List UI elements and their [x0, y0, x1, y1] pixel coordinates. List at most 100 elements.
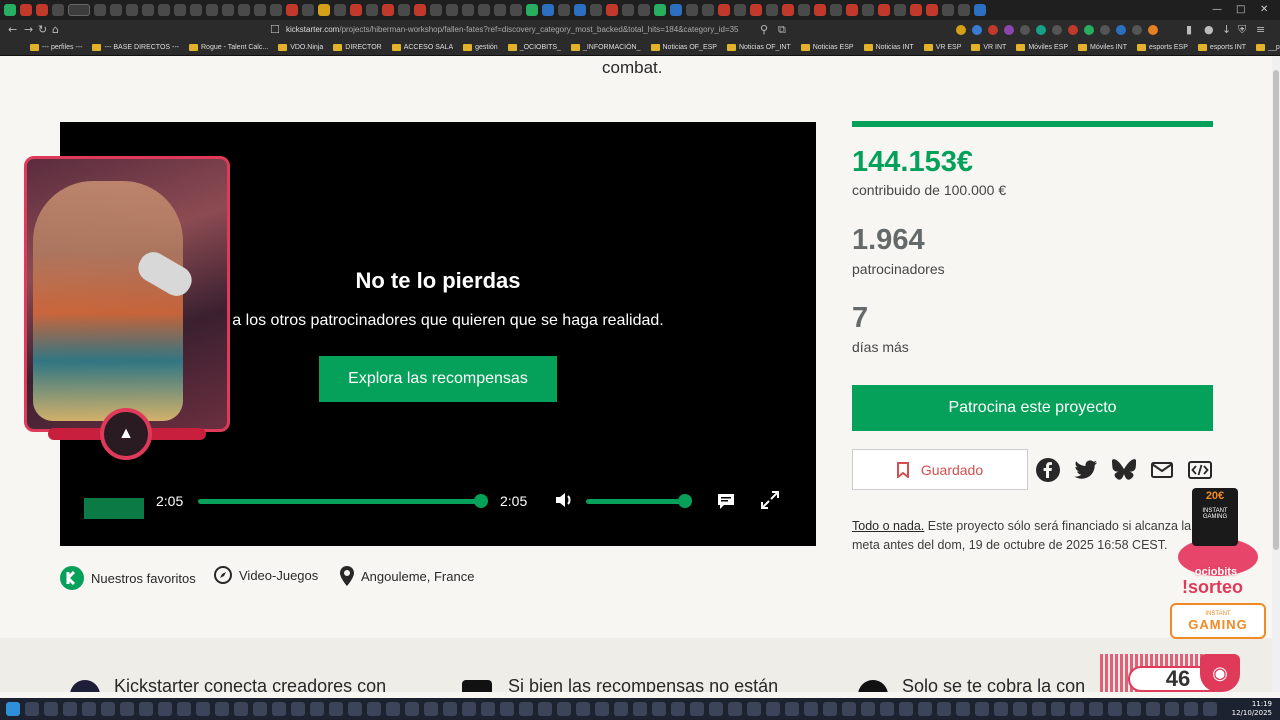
- taskbar-app-icon[interactable]: [538, 702, 552, 716]
- shield-icon[interactable]: ⛨: [1238, 23, 1246, 37]
- browser-tab[interactable]: [718, 4, 730, 16]
- taskbar-app-icon[interactable]: [690, 702, 704, 716]
- extension-icon[interactable]: [1116, 25, 1126, 35]
- extension-icon[interactable]: [1036, 25, 1046, 35]
- browser-tab[interactable]: [270, 4, 282, 16]
- bookmark-item[interactable]: Móviles ESP: [1016, 44, 1068, 51]
- taskbar-app-icon[interactable]: [804, 702, 818, 716]
- twitter-icon[interactable]: [1073, 457, 1099, 483]
- taskbar-app-icon[interactable]: [709, 702, 723, 716]
- bookmark-item[interactable]: VR INT: [971, 44, 1006, 51]
- browser-tab[interactable]: [654, 4, 666, 16]
- browser-tab[interactable]: [142, 4, 154, 16]
- taskbar-app-icon[interactable]: [880, 702, 894, 716]
- taskbar-app-icon[interactable]: [1051, 702, 1065, 716]
- taskbar-app-icon[interactable]: [139, 702, 153, 716]
- taskbar-app-icon[interactable]: [63, 702, 77, 716]
- bookmark-item[interactable]: gestión: [463, 44, 498, 51]
- taskbar-app-icon[interactable]: [443, 702, 457, 716]
- extension-icon[interactable]: [988, 25, 998, 35]
- video-progress-bar[interactable]: [198, 499, 484, 504]
- browser-tab[interactable]: [158, 4, 170, 16]
- browser-tab[interactable]: [126, 4, 138, 16]
- taskbar-app-icon[interactable]: [272, 702, 286, 716]
- sidebar-icon[interactable]: ▮: [1186, 23, 1192, 36]
- volume-handle[interactable]: [678, 494, 692, 508]
- extension-icon[interactable]: [972, 25, 982, 35]
- browser-tab[interactable]: [462, 4, 474, 16]
- browser-tab[interactable]: [222, 4, 234, 16]
- close-icon[interactable]: ✕: [1260, 4, 1268, 15]
- back-icon[interactable]: ←: [8, 23, 17, 36]
- taskbar-app-icon[interactable]: [1203, 702, 1217, 716]
- taskbar-app-icon[interactable]: [367, 702, 381, 716]
- bookmark-item[interactable]: esports INT: [1197, 44, 1246, 51]
- taskbar-app-icon[interactable]: [386, 702, 400, 716]
- browser-tab-active[interactable]: [68, 4, 90, 16]
- bookmark-item[interactable]: Noticias OF_INT: [726, 44, 791, 51]
- browser-tab[interactable]: [4, 4, 16, 16]
- taskbar-app-icon[interactable]: [462, 702, 476, 716]
- browser-tab[interactable]: [446, 4, 458, 16]
- profile-icon[interactable]: ●: [1204, 23, 1214, 36]
- browser-tab[interactable]: [334, 4, 346, 16]
- saved-button[interactable]: Guardado: [852, 449, 1028, 490]
- browser-tab[interactable]: [702, 4, 714, 16]
- browser-tab[interactable]: [558, 4, 570, 16]
- browser-tab[interactable]: [382, 4, 394, 16]
- location-tag[interactable]: Angouleme, France: [340, 566, 474, 586]
- browser-tab[interactable]: [926, 4, 938, 16]
- bluesky-icon[interactable]: [1111, 457, 1137, 483]
- bookmark-item[interactable]: --- BASE DIRECTOS ---: [92, 44, 179, 51]
- bookmark-item[interactable]: DIRECTOR: [333, 44, 382, 51]
- browser-tab[interactable]: [782, 4, 794, 16]
- taskbar-app-icon[interactable]: [1127, 702, 1141, 716]
- browser-tab[interactable]: [286, 4, 298, 16]
- extension-icon[interactable]: [956, 25, 966, 35]
- browser-tab[interactable]: [350, 4, 362, 16]
- taskbar-app-icon[interactable]: [25, 702, 39, 716]
- taskbar-app-icon[interactable]: [1165, 702, 1179, 716]
- taskbar-app-icon[interactable]: [899, 702, 913, 716]
- taskbar-app-icon[interactable]: [861, 702, 875, 716]
- taskbar-app-icon[interactable]: [196, 702, 210, 716]
- taskbar-app-icon[interactable]: [842, 702, 856, 716]
- back-project-button[interactable]: Patrocina este proyecto: [852, 385, 1213, 431]
- bookmark-item[interactable]: _OCIOBITS_: [507, 44, 561, 51]
- bookmark-item[interactable]: _INFORMACIÓN_: [570, 44, 641, 51]
- browser-tab[interactable]: [510, 4, 522, 16]
- bookmark-item[interactable]: __pendiente: [1256, 44, 1280, 51]
- browser-tab[interactable]: [910, 4, 922, 16]
- bookmark-item[interactable]: Móviles INT: [1078, 44, 1127, 51]
- taskbar-app-icon[interactable]: [633, 702, 647, 716]
- zoom-icon[interactable]: ⚲: [760, 23, 768, 36]
- browser-tab[interactable]: [526, 4, 538, 16]
- taskbar-app-icon[interactable]: [1108, 702, 1122, 716]
- browser-tab[interactable]: [590, 4, 602, 16]
- bookmark-item[interactable]: Rogue - Talent Calc...: [189, 44, 268, 51]
- page-scrollbar-thumb[interactable]: [1273, 70, 1279, 550]
- home-icon[interactable]: ⌂: [52, 23, 59, 36]
- bookmark-item[interactable]: VDO.Ninja: [278, 44, 323, 51]
- taskbar-app-icon[interactable]: [253, 702, 267, 716]
- taskbar-app-icon[interactable]: [348, 702, 362, 716]
- taskbar-app-icon[interactable]: [329, 702, 343, 716]
- taskbar-app-icon[interactable]: [595, 702, 609, 716]
- video-progress-handle[interactable]: [474, 494, 488, 508]
- browser-tab[interactable]: [798, 4, 810, 16]
- browser-tab[interactable]: [862, 4, 874, 16]
- browser-tab[interactable]: [430, 4, 442, 16]
- bookmark-page-icon[interactable]: ☐: [270, 23, 280, 36]
- browser-tab[interactable]: [494, 4, 506, 16]
- taskbar-app-icon[interactable]: [671, 702, 685, 716]
- explore-rewards-button[interactable]: Explora las recompensas: [319, 356, 557, 402]
- browser-tab[interactable]: [942, 4, 954, 16]
- start-button[interactable]: [6, 702, 20, 716]
- bookmark-item[interactable]: Noticias INT: [863, 44, 914, 51]
- browser-tab[interactable]: [670, 4, 682, 16]
- browser-tab[interactable]: [574, 4, 586, 16]
- taskbar-app-icon[interactable]: [481, 702, 495, 716]
- bookmark-item[interactable]: Noticias OF_ESP: [650, 44, 717, 51]
- taskbar-app-icon[interactable]: [937, 702, 951, 716]
- share-icon[interactable]: ⧉: [778, 23, 786, 37]
